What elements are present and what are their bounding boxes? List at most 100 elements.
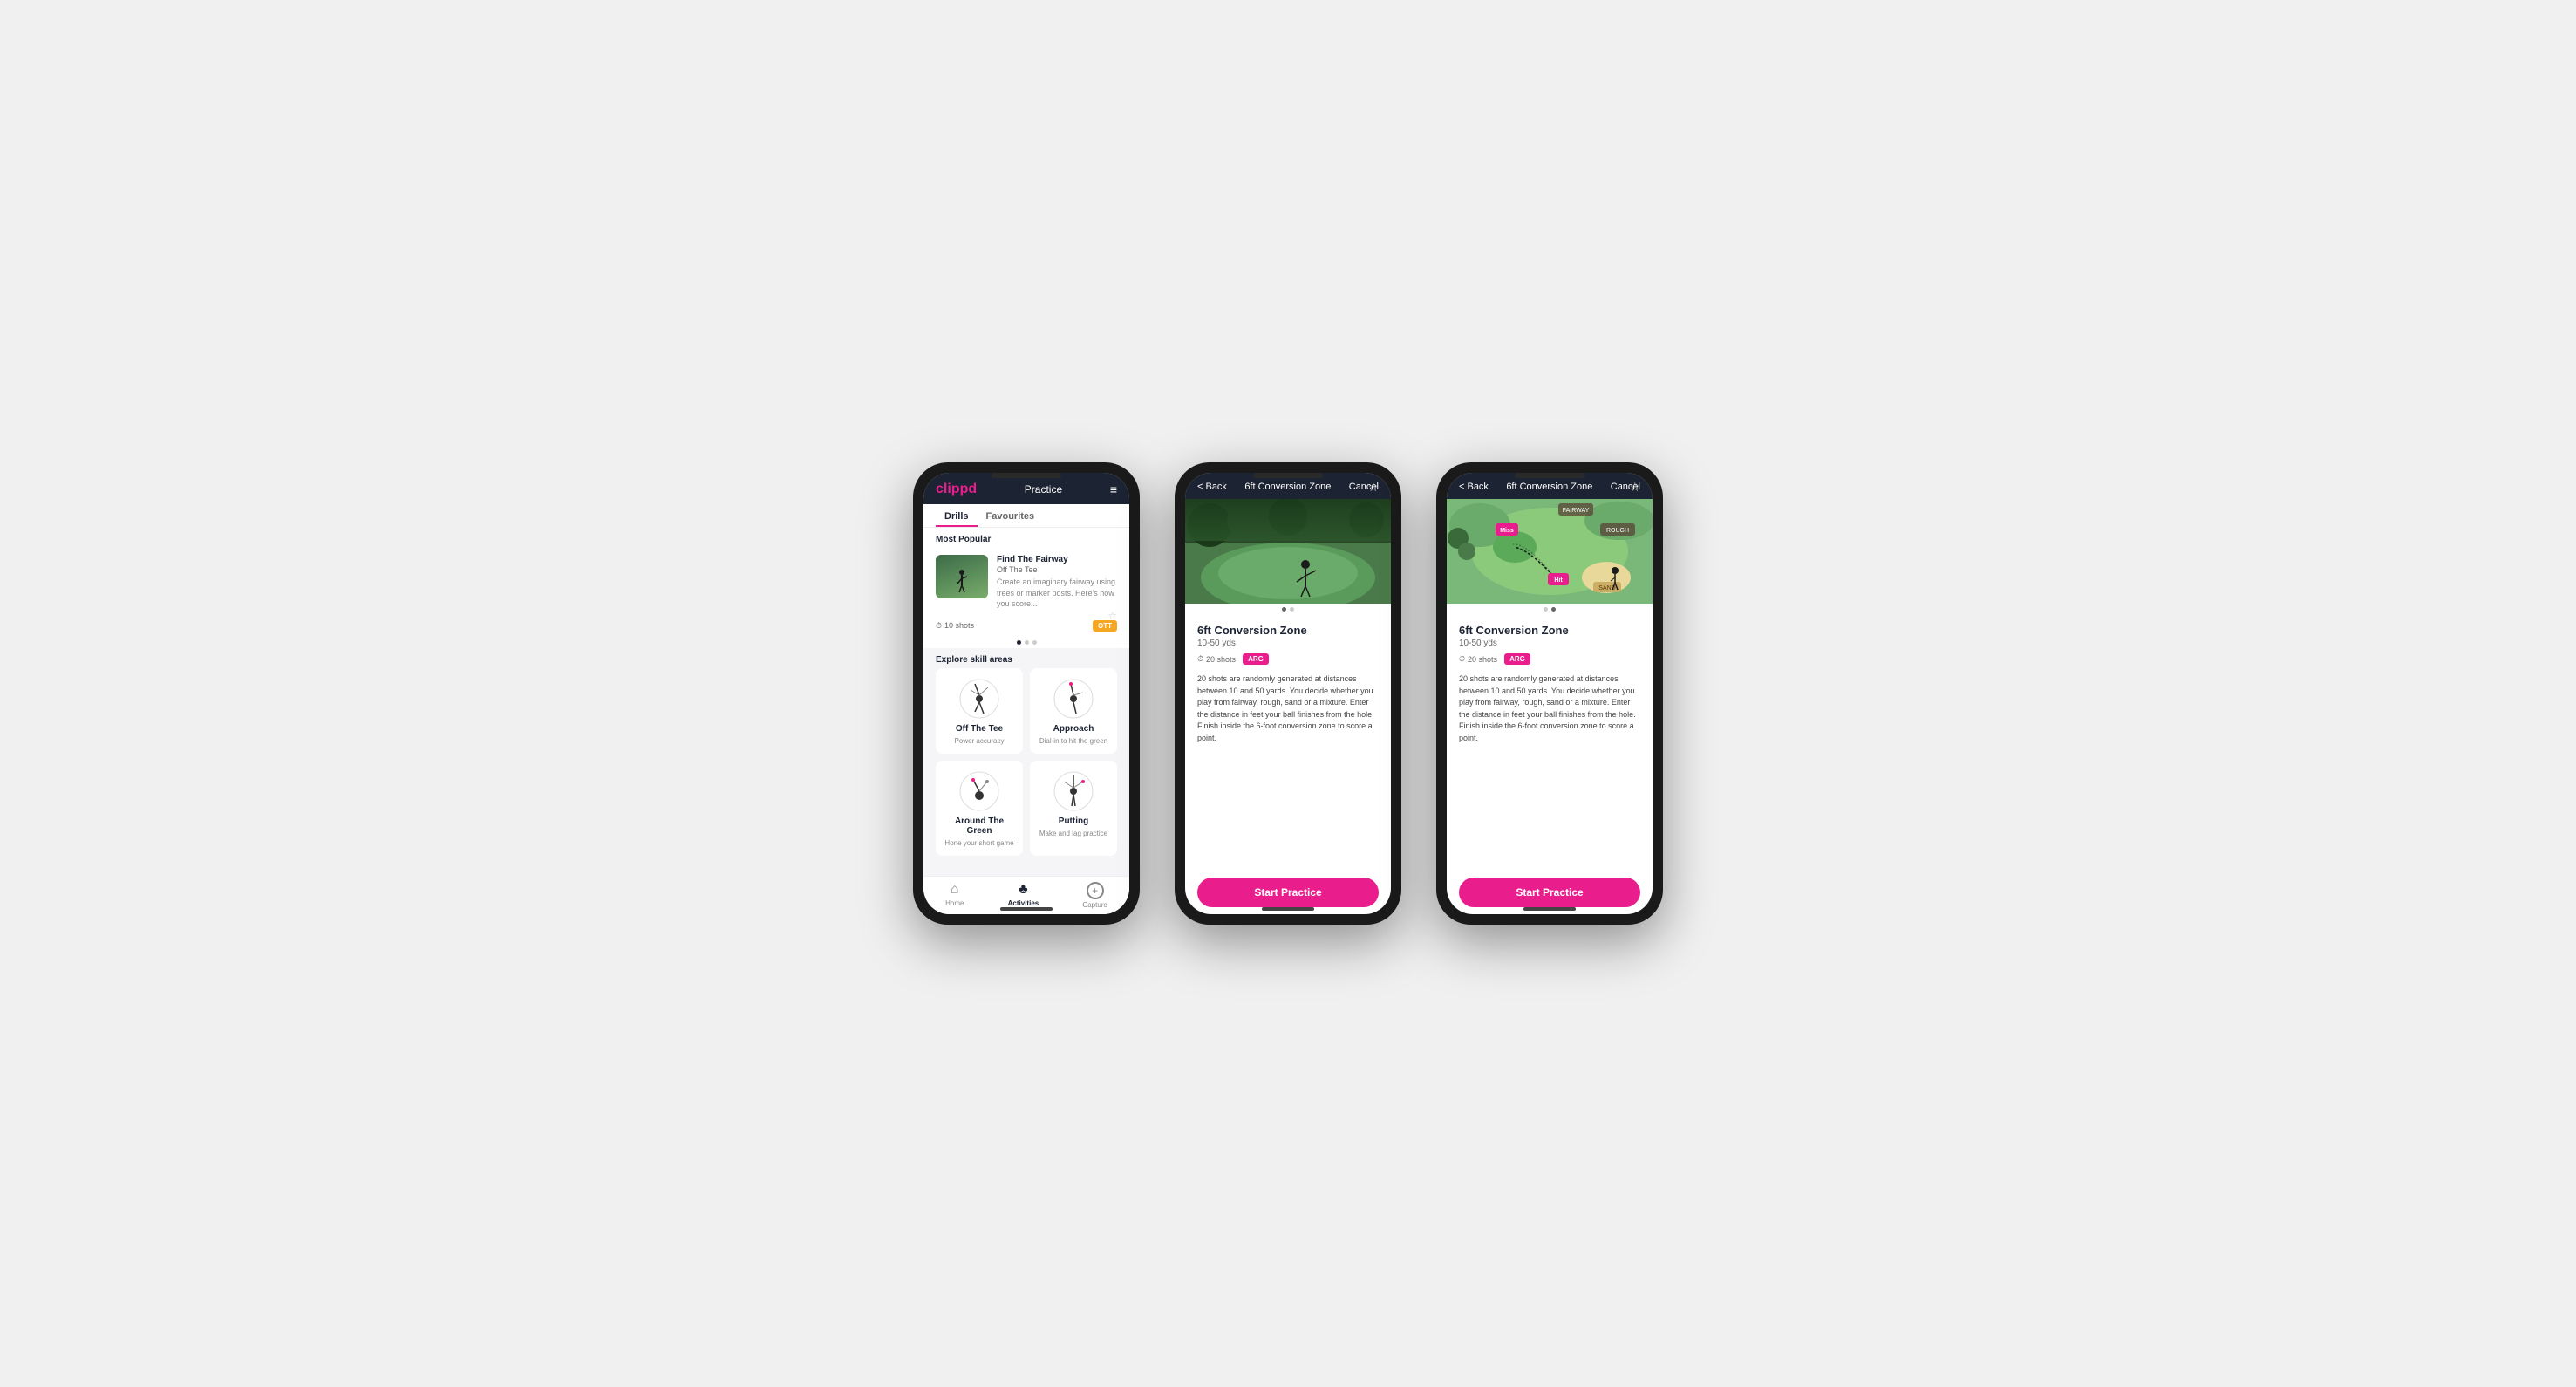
drill-name-block: 6ft Conversion Zone 10-50 yds (1197, 624, 1307, 648)
drill-range: 10-50 yds (1197, 639, 1307, 648)
drill-image (1185, 499, 1391, 604)
shots-count: 10 shots (944, 621, 974, 630)
activities-label: Activities (1008, 899, 1039, 907)
arg-badge: ARG (1243, 653, 1269, 665)
golfer-silhouette (954, 570, 970, 594)
off-tee-name: Off The Tee (956, 724, 1003, 734)
drill-description: 20 shots are randomly generated at dista… (1459, 673, 1640, 744)
dot-1 (1017, 640, 1021, 645)
image-dots (1447, 604, 1653, 615)
explore-label: Explore skill areas (923, 648, 1129, 668)
dot-1 (1282, 607, 1286, 612)
phone1-header: clippd Practice ≡ (923, 473, 1129, 504)
drill-footer: ⏱ 10 shots OTT (923, 617, 1129, 637)
skill-approach[interactable]: Approach Dial-in to hit the green (1030, 668, 1117, 754)
putting-icon (1052, 769, 1095, 813)
golf-photo (1185, 499, 1391, 604)
svg-text:Hit: Hit (1554, 577, 1563, 584)
shots-label: ⏱ 10 shots (936, 621, 974, 631)
nav-underline (1010, 909, 1036, 911)
nav-activities[interactable]: ♣ Activities (1008, 882, 1039, 911)
nav-home[interactable]: ⌂ Home (945, 882, 964, 911)
skill-putting[interactable]: Putting Make and lag practice (1030, 761, 1117, 856)
skill-around-green[interactable]: Around The Green Hone your short game (936, 761, 1023, 856)
phone-1-screen: clippd Practice ≡ Drills Favourites Most… (923, 473, 1129, 914)
dot-1 (1544, 607, 1548, 612)
dot-3 (1032, 640, 1037, 645)
phones-container: clippd Practice ≡ Drills Favourites Most… (913, 462, 1663, 925)
carousel-dots (923, 637, 1129, 648)
drill-range: 10-50 yds (1459, 639, 1569, 648)
tabs-bar: Drills Favourites (923, 504, 1129, 528)
phone2-header: < Back 6ft Conversion Zone Cancel (1185, 473, 1391, 499)
putting-desc: Make and lag practice (1039, 830, 1107, 837)
drill-subtitle: Off The Tee (997, 565, 1117, 574)
shot-count: 20 shots (1206, 655, 1236, 664)
approach-desc: Dial-in to hit the green (1039, 737, 1107, 745)
favourite-star[interactable]: ☆ (1107, 610, 1117, 622)
dot-2 (1551, 607, 1556, 612)
arg-badge: ARG (1504, 653, 1530, 665)
drill-map-image: Hit Miss FAIRWAY ROUGH SAND (1447, 499, 1653, 604)
around-green-desc: Hone your short game (944, 839, 1013, 847)
drill-name: 6ft Conversion Zone (1197, 624, 1307, 637)
back-button[interactable]: < Back (1197, 482, 1227, 492)
drill-meta: ⏱ 20 shots ARG (1197, 653, 1379, 665)
drill-description: Create an imaginary fairway using trees … (997, 577, 1117, 610)
svg-text:FAIRWAY: FAIRWAY (1563, 508, 1590, 514)
practice-title: Practice (1025, 483, 1062, 495)
featured-drill-card[interactable]: Find The Fairway Off The Tee Create an i… (923, 548, 1129, 617)
menu-icon[interactable]: ≡ (1110, 482, 1117, 496)
skill-off-the-tee[interactable]: Off The Tee Power accuracy (936, 668, 1023, 754)
course-map-svg: Hit Miss FAIRWAY ROUGH SAND (1447, 499, 1653, 604)
phone1-content: Most Popular (923, 528, 1129, 876)
dot-2 (1025, 640, 1029, 645)
drill-content: 6ft Conversion Zone 10-50 yds ☆ ⏱ 20 sho… (1185, 615, 1391, 871)
home-label: Home (945, 899, 964, 907)
phone3-header: < Back 6ft Conversion Zone Cancel (1447, 473, 1653, 499)
most-popular-label: Most Popular (923, 528, 1129, 548)
nav-capture[interactable]: + Capture (1082, 882, 1107, 911)
start-practice-button[interactable]: Start Practice (1197, 878, 1379, 907)
activities-icon: ♣ (1019, 882, 1028, 898)
header-title: 6ft Conversion Zone (1244, 482, 1331, 492)
home-icon: ⌂ (951, 882, 959, 898)
clock-icon: ⏱ (1197, 654, 1203, 664)
shots-info: ⏱ 20 shots (1197, 654, 1236, 664)
drill-info: Find The Fairway Off The Tee Create an i… (997, 555, 1117, 610)
svg-text:Miss: Miss (1500, 528, 1514, 534)
drill-meta: ⏱ 20 shots ARG (1459, 653, 1640, 665)
approach-name: Approach (1053, 724, 1094, 734)
phone-2: < Back 6ft Conversion Zone Cancel (1175, 462, 1401, 925)
drill-name-block: 6ft Conversion Zone 10-50 yds (1459, 624, 1569, 648)
phone-1: clippd Practice ≡ Drills Favourites Most… (913, 462, 1140, 925)
off-tee-icon (957, 677, 1001, 721)
off-tee-desc: Power accuracy (955, 737, 1005, 745)
tab-favourites[interactable]: Favourites (978, 504, 1044, 527)
phone-2-screen: < Back 6ft Conversion Zone Cancel (1185, 473, 1391, 914)
drill-content: 6ft Conversion Zone 10-50 yds ☆ ⏱ 20 sho… (1447, 615, 1653, 871)
clock-icon: ⏱ (1459, 654, 1465, 664)
putting-name: Putting (1059, 816, 1088, 826)
drill-description: 20 shots are randomly generated at dista… (1197, 673, 1379, 744)
phone-3-screen: < Back 6ft Conversion Zone Cancel (1447, 473, 1653, 914)
dot-2 (1290, 607, 1294, 612)
header-title: 6ft Conversion Zone (1506, 482, 1592, 492)
capture-icon: + (1087, 882, 1104, 899)
bottom-nav: ⌂ Home ♣ Activities + Capture (923, 876, 1129, 914)
tab-drills[interactable]: Drills (936, 504, 978, 527)
drill-title: Find The Fairway (997, 555, 1117, 564)
capture-label: Capture (1082, 901, 1107, 909)
start-practice-button[interactable]: Start Practice (1459, 878, 1640, 907)
svg-text:ROUGH: ROUGH (1606, 528, 1629, 534)
image-dots (1185, 604, 1391, 615)
around-green-name: Around The Green (944, 816, 1014, 836)
back-button[interactable]: < Back (1459, 482, 1489, 492)
approach-icon (1052, 677, 1095, 721)
drill-name: 6ft Conversion Zone (1459, 624, 1569, 637)
shot-count: 20 shots (1468, 655, 1497, 664)
drill-thumbnail (936, 555, 988, 598)
clock-icon: ⏱ (936, 621, 942, 631)
skill-grid: Off The Tee Power accuracy (923, 668, 1129, 863)
phone-3: < Back 6ft Conversion Zone Cancel (1436, 462, 1663, 925)
